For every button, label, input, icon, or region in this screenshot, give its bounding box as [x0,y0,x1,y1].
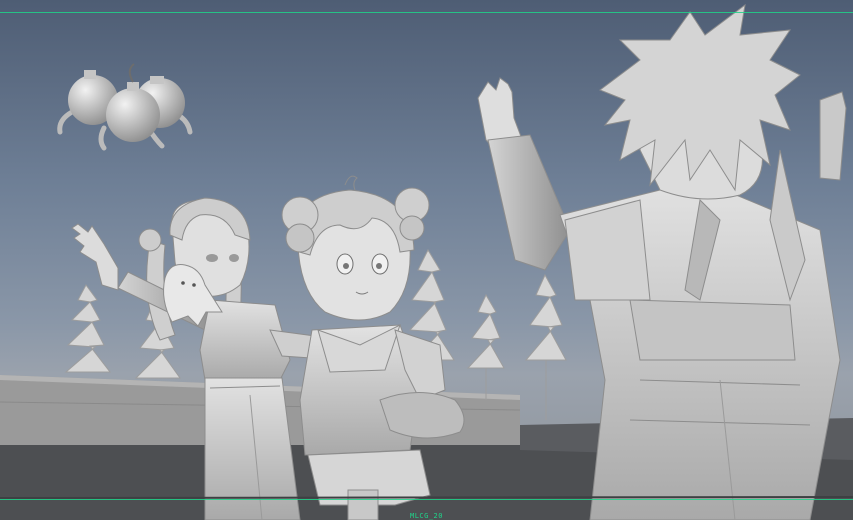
viewport-scene [0,3,853,520]
floor-edge [0,496,853,499]
resolution-gate-top [0,12,853,13]
maya-viewport[interactable]: MLCG_20 [0,0,853,520]
floating-bomb-creatures [57,63,193,151]
tree-5 [524,273,567,420]
resolution-gate-bottom [0,499,853,500]
viewport-hud-label: MLCG_20 [409,512,443,520]
tree-1 [64,284,112,373]
tree-4 [466,293,505,400]
